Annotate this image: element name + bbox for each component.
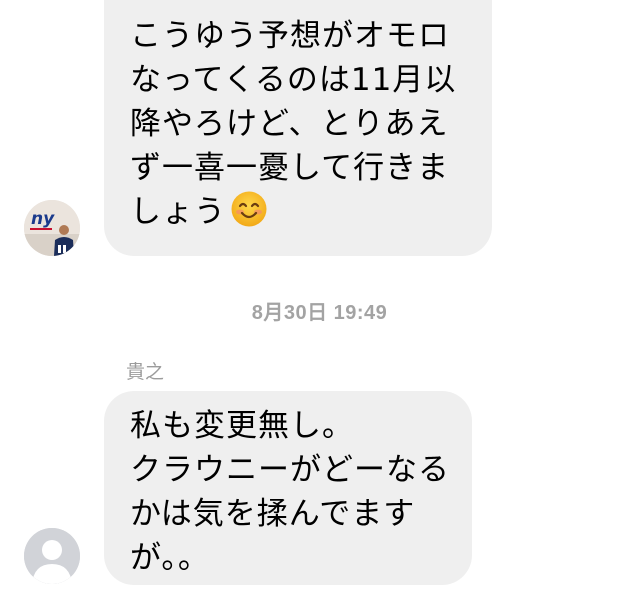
message-text-line: 降やろけど、とりあえ xyxy=(130,106,449,142)
message-text-line: が。。 xyxy=(130,540,210,576)
sender-name: 貴之 xyxy=(126,361,165,383)
sender-avatar[interactable] xyxy=(24,528,80,584)
message-bubble[interactable]: こうゆう予想がオモロ なってくるのは11月以 降やろけど、とりあえ ず一喜一憂し… xyxy=(104,0,492,256)
message-text-line: こうゆう予想がオモロ xyxy=(130,18,450,54)
message-bubble[interactable]: 私も変更無し。 クラウニーがどーなる かは気を揉んでます が。。 xyxy=(104,391,472,585)
message-text-line: なってくるのは11月以 xyxy=(130,62,457,98)
sender-photo-avatar-icon: ny xyxy=(24,200,80,256)
message-text-line: 私も変更無し。 xyxy=(130,408,354,444)
smiling-face-icon xyxy=(230,190,268,228)
default-person-avatar-icon xyxy=(24,528,80,584)
message-text-line: クラウニーがどーなる xyxy=(130,452,450,488)
message-text-line: かは気を揉んでます xyxy=(130,496,416,532)
message-text-last-line: しょう xyxy=(130,190,472,234)
sender-avatar[interactable]: ny xyxy=(24,200,80,256)
svg-text:ny: ny xyxy=(31,209,55,229)
message-text-line: しょう xyxy=(130,194,226,230)
message-timestamp: 8月30日 19:49 xyxy=(251,302,388,324)
message-text-line: ず一喜一憂して行きま xyxy=(130,150,450,186)
